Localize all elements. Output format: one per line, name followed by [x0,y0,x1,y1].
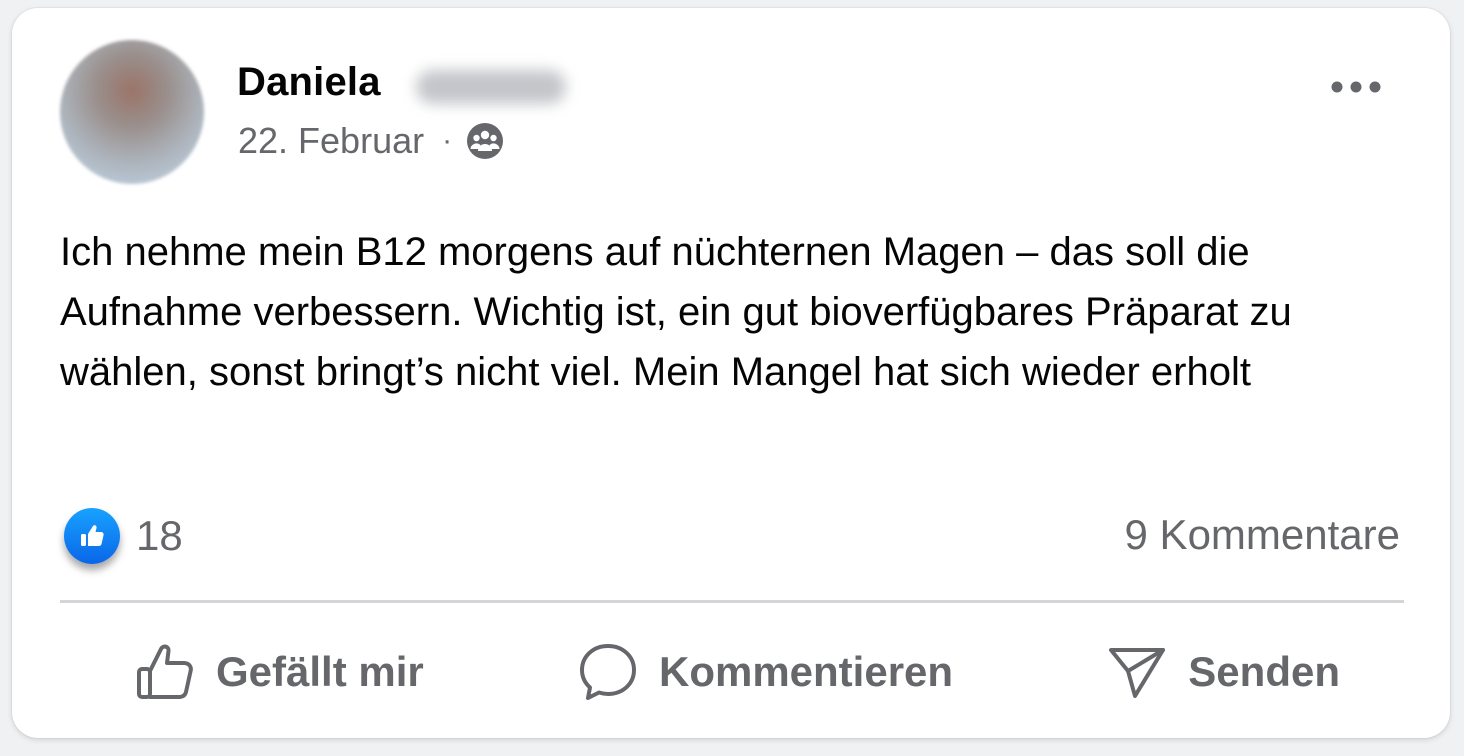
post-card: Daniela 22. Februar · Ich nehme mein B12… [12,8,1450,738]
meta-separator: · [442,124,453,157]
like-count: 18 [136,512,183,559]
send-button[interactable]: Senden [1100,641,1346,703]
like-button[interactable]: Gefällt mir [128,641,430,703]
post-date[interactable]: 22. Februar [238,120,424,162]
comment-button[interactable]: Kommentieren [571,641,959,703]
author-last-name-redacted [416,70,566,104]
author-name[interactable]: Daniela [237,60,381,105]
send-button-label: Senden [1188,648,1340,695]
divider [60,600,1404,603]
like-button-label: Gefällt mir [216,648,424,695]
more-horizontal-icon [1331,81,1381,93]
avatar[interactable] [60,40,204,184]
thumbs-up-icon [137,644,193,699]
group-icon[interactable] [466,122,504,160]
reactions-summary[interactable]: 18 [64,508,183,564]
send-icon [1109,648,1166,698]
action-bar: Gefällt mir Kommentieren Senden [60,620,1404,724]
post-meta: 22. Februar · [238,120,504,162]
more-options-button[interactable] [1326,70,1386,104]
post-text: Ich nehme mein B12 morgens auf nüchterne… [60,230,1292,394]
like-reaction-icon [64,508,120,564]
comment-button-label: Kommentieren [658,648,954,695]
comments-count[interactable]: 9 Kommentare [1125,511,1400,559]
comment-bubble-icon [579,644,636,700]
